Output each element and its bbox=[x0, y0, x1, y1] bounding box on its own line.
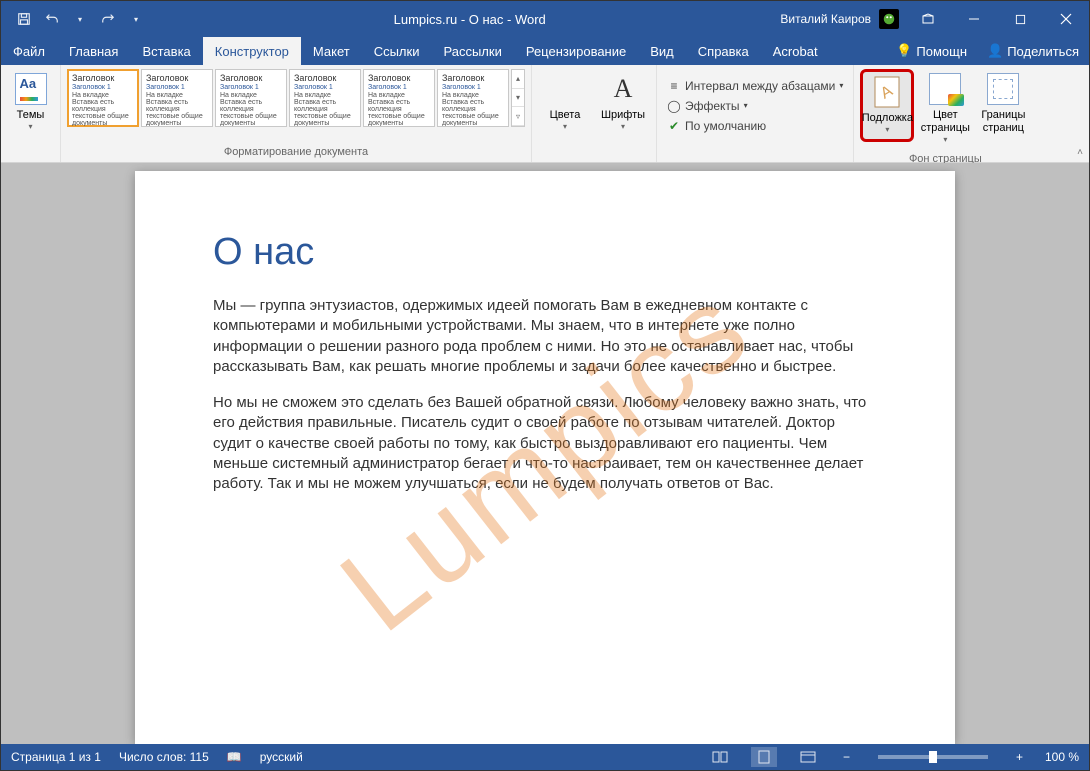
language-status[interactable]: русский bbox=[260, 750, 303, 764]
redo-icon[interactable] bbox=[99, 10, 117, 28]
close-icon[interactable] bbox=[1043, 1, 1089, 37]
chevron-up-icon[interactable]: ▴ bbox=[512, 70, 524, 89]
watermark-icon: А bbox=[871, 76, 903, 108]
window-title: Lumpics.ru - О нас - Word bbox=[159, 12, 780, 27]
tab-design[interactable]: Конструктор bbox=[203, 37, 301, 65]
username: Виталий Каиров bbox=[780, 12, 871, 26]
tell-me[interactable]: 💡Помощн bbox=[886, 37, 977, 65]
zoom-level[interactable]: 100 % bbox=[1045, 750, 1079, 764]
page-borders-icon bbox=[987, 73, 1019, 105]
group-label: Форматирование документа bbox=[61, 146, 531, 162]
check-icon: ✔ bbox=[667, 119, 681, 133]
word-window: ▾ ▾ Lumpics.ru - О нас - Word Виталий Ка… bbox=[0, 0, 1090, 771]
tab-file[interactable]: Файл bbox=[1, 37, 57, 65]
themes-icon bbox=[15, 73, 47, 105]
zoom-in-icon[interactable]: + bbox=[1012, 750, 1027, 764]
ribbon-display-icon[interactable] bbox=[905, 1, 951, 37]
watermark-button[interactable]: А Подложка▾ bbox=[860, 69, 914, 142]
document-area[interactable]: Lumpics О нас Мы — группа энтузиастов, о… bbox=[1, 163, 1089, 744]
paragraph[interactable]: Мы — группа энтузиастов, одержимых идеей… bbox=[213, 296, 877, 377]
chevron-down-icon: ▾ bbox=[28, 122, 32, 132]
undo-icon[interactable] bbox=[43, 10, 61, 28]
qat-customize-icon[interactable]: ▾ bbox=[127, 10, 145, 28]
group-document-formatting: ЗаголовокЗаголовок 1На вкладке Вставка е… bbox=[61, 65, 532, 162]
fonts-button[interactable]: А Шрифты▾ bbox=[596, 69, 650, 136]
page-color-icon bbox=[929, 73, 961, 105]
zoom-slider[interactable] bbox=[878, 755, 988, 759]
style-set-tile[interactable]: ЗаголовокЗаголовок 1На вкладке Вставка е… bbox=[141, 69, 213, 127]
user-area: Виталий Каиров bbox=[780, 9, 905, 29]
page-borders-button[interactable]: Границы страниц bbox=[976, 69, 1030, 139]
themes-button[interactable]: Темы ▾ bbox=[7, 69, 54, 136]
zoom-out-icon[interactable]: − bbox=[839, 750, 854, 764]
ribbon-tabs: Файл Главная Вставка Конструктор Макет С… bbox=[1, 37, 1089, 65]
word-count-status[interactable]: Число слов: 115 bbox=[119, 750, 209, 764]
window-controls bbox=[905, 1, 1089, 37]
style-set-tile[interactable]: ЗаголовокЗаголовок 1На вкладке Вставка е… bbox=[289, 69, 361, 127]
tab-review[interactable]: Рецензирование bbox=[514, 37, 638, 65]
avatar[interactable] bbox=[879, 9, 899, 29]
maximize-icon[interactable] bbox=[997, 1, 1043, 37]
group-spacing: ≡Интервал между абзацами▾ ◯Эффекты▾ ✔По … bbox=[657, 65, 854, 162]
tab-acrobat[interactable]: Acrobat bbox=[761, 37, 830, 65]
page-heading[interactable]: О нас bbox=[213, 231, 877, 274]
tab-home[interactable]: Главная bbox=[57, 37, 130, 65]
read-mode-icon[interactable] bbox=[707, 747, 733, 767]
style-set-tile[interactable]: ЗаголовокЗаголовок 1На вкладке Вставка е… bbox=[363, 69, 435, 127]
share-button[interactable]: 👤Поделиться bbox=[977, 37, 1089, 65]
group-page-background: А Подложка▾ Цвет страницы▾ Границы стран… bbox=[854, 65, 1036, 162]
paragraph[interactable]: Но мы не сможем это сделать без Вашей об… bbox=[213, 393, 877, 494]
tab-help[interactable]: Справка bbox=[686, 37, 761, 65]
group-colors-fonts: Цвета▾ А Шрифты▾ bbox=[532, 65, 657, 162]
spacing-icon: ≡ bbox=[667, 79, 681, 93]
tab-layout[interactable]: Макет bbox=[301, 37, 362, 65]
paragraph-spacing-button[interactable]: ≡Интервал между абзацами▾ bbox=[663, 77, 847, 95]
colors-button[interactable]: Цвета▾ bbox=[538, 69, 592, 136]
tab-mailings[interactable]: Рассылки bbox=[431, 37, 513, 65]
page: Lumpics О нас Мы — группа энтузиастов, о… bbox=[135, 171, 955, 744]
set-default-button[interactable]: ✔По умолчанию bbox=[663, 117, 770, 135]
fonts-icon: А bbox=[607, 73, 639, 105]
ribbon: Темы ▾ ЗаголовокЗаголовок 1На вкладке Вс… bbox=[1, 65, 1089, 163]
gallery-scroll[interactable]: ▴▾▿ bbox=[511, 69, 525, 127]
style-set-tile[interactable]: ЗаголовокЗаголовок 1На вкладке Вставка е… bbox=[215, 69, 287, 127]
lightbulb-icon: 💡 bbox=[896, 43, 912, 59]
gallery-more-icon[interactable]: ▿ bbox=[512, 107, 524, 126]
style-set-tile[interactable]: ЗаголовокЗаголовок 1На вкладке Вставка е… bbox=[67, 69, 139, 127]
share-icon: 👤 bbox=[987, 43, 1003, 59]
undo-dropdown-icon[interactable]: ▾ bbox=[71, 10, 89, 28]
effects-icon: ◯ bbox=[667, 99, 681, 113]
tab-view[interactable]: Вид bbox=[638, 37, 686, 65]
titlebar: ▾ ▾ Lumpics.ru - О нас - Word Виталий Ка… bbox=[1, 1, 1089, 37]
tab-insert[interactable]: Вставка bbox=[130, 37, 202, 65]
minimize-icon[interactable] bbox=[951, 1, 997, 37]
quick-access-toolbar: ▾ ▾ bbox=[1, 10, 159, 28]
chevron-down-icon[interactable]: ▾ bbox=[512, 89, 524, 108]
tab-references[interactable]: Ссылки bbox=[362, 37, 432, 65]
style-set-tile[interactable]: ЗаголовокЗаголовок 1На вкладке Вставка е… bbox=[437, 69, 509, 127]
status-bar: Страница 1 из 1 Число слов: 115 📖 русски… bbox=[1, 744, 1089, 770]
collapse-ribbon-icon[interactable]: ˄ bbox=[1077, 147, 1083, 158]
spellcheck-icon[interactable]: 📖 bbox=[227, 750, 242, 764]
page-color-button[interactable]: Цвет страницы▾ bbox=[918, 69, 972, 149]
colors-icon bbox=[549, 73, 581, 105]
group-themes: Темы ▾ bbox=[1, 65, 61, 162]
effects-button[interactable]: ◯Эффекты▾ bbox=[663, 97, 752, 115]
web-layout-icon[interactable] bbox=[795, 747, 821, 767]
print-layout-icon[interactable] bbox=[751, 747, 777, 767]
save-icon[interactable] bbox=[15, 10, 33, 28]
page-number-status[interactable]: Страница 1 из 1 bbox=[11, 750, 101, 764]
